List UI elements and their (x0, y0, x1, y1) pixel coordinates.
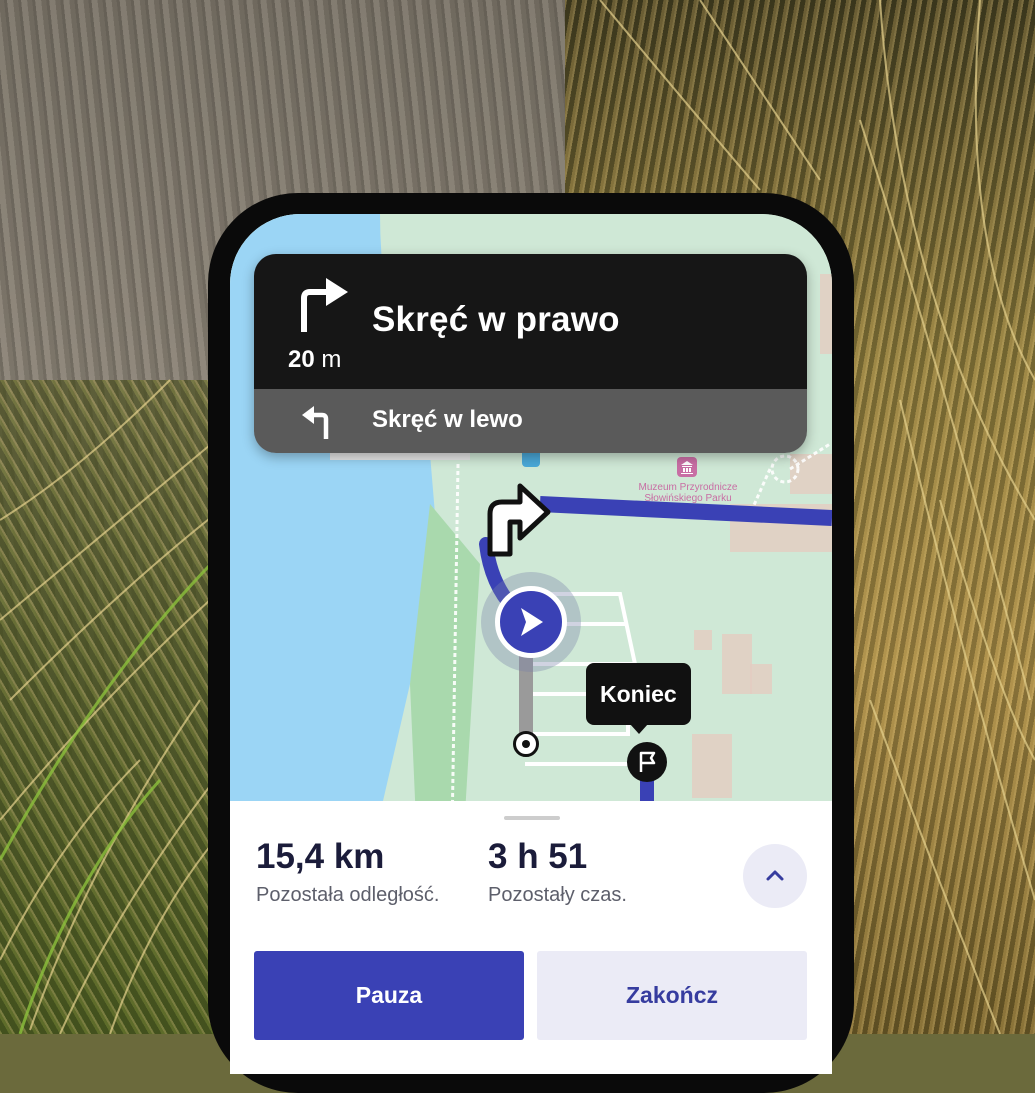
current-instruction: Skręć w prawo (372, 300, 620, 339)
current-maneuver: 20 m Skręć w prawo (254, 254, 807, 389)
remaining-time: 3 h 51 (488, 837, 588, 876)
phone-screen: Koniec Muzeum Przyrodnicze Słowińskiego … (230, 214, 832, 1074)
distance-value: 20 (288, 346, 315, 373)
pause-button[interactable]: Pauza (254, 951, 524, 1040)
turn-left-icon (302, 406, 329, 439)
trip-bottom-sheet: 15,4 km Pozostała odległość. 3 h 51 Pozo… (230, 801, 832, 1074)
next-maneuver: Skręć w lewo (254, 389, 807, 453)
navigation-card[interactable]: 20 m Skręć w prawo Skręć w lewo (254, 254, 807, 453)
destination-tooltip: Koniec (586, 663, 691, 734)
remaining-time-label: Pozostały czas. (488, 884, 627, 906)
start-point-icon (513, 731, 539, 757)
expand-sheet-button[interactable] (743, 844, 807, 908)
end-navigation-button[interactable]: Zakończ (537, 951, 807, 1040)
flag-icon (627, 742, 667, 782)
chevron-up-icon (766, 870, 784, 881)
remaining-distance-label: Pozostała odległość. (256, 884, 440, 906)
turn-right-icon (301, 278, 348, 332)
phone-frame: Koniec Muzeum Przyrodnicze Słowińskiego … (208, 193, 854, 1093)
sheet-drag-handle[interactable] (504, 816, 560, 820)
next-instruction: Skręć w lewo (372, 406, 523, 433)
maneuver-distance: 20 m (288, 346, 341, 374)
map-turn-arrow-icon (487, 483, 551, 557)
remaining-distance: 15,4 km (256, 837, 385, 876)
position-arrow-icon (481, 572, 581, 672)
distance-unit: m (321, 346, 342, 373)
museum-icon[interactable] (677, 457, 697, 477)
poi-label: Muzeum Przyrodnicze Słowińskiego Parku (638, 482, 738, 504)
